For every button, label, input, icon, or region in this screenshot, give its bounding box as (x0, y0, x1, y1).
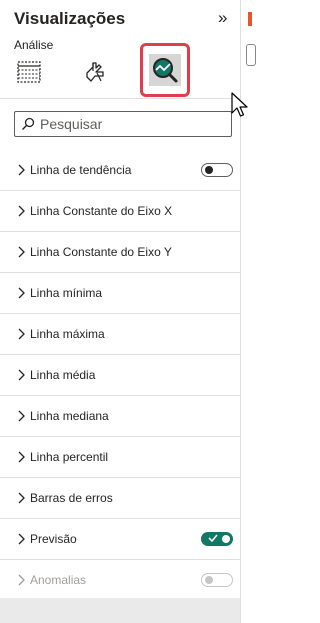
tab-analytics[interactable] (140, 43, 190, 97)
tab-build-visual[interactable] (13, 56, 45, 88)
list-item-label: Linha mediana (30, 409, 109, 423)
chevron-right-icon (18, 574, 25, 586)
list-item-label: Anomalias (30, 573, 87, 587)
list-item-label: Linha Constante do Eixo X (30, 204, 173, 218)
pane-title: Visualizações (14, 9, 126, 28)
chevron-right-icon (18, 246, 25, 258)
chevron-right-icon (18, 164, 25, 176)
list-item-label: Previsão (30, 532, 77, 546)
list-item-anomalies: Anomalias (0, 560, 240, 600)
trend-line-toggle[interactable] (201, 163, 233, 177)
list-item-label: Linha máxima (30, 327, 105, 341)
list-item-label: Linha Constante do Eixo Y (30, 245, 172, 259)
list-item-label: Linha percentil (30, 450, 109, 464)
list-item-median-line[interactable]: Linha mediana (0, 396, 240, 436)
chevron-right-icon (18, 205, 25, 217)
search-input[interactable]: Pesquisar (14, 111, 232, 137)
chevron-right-icon (18, 287, 25, 299)
tab-format-visual[interactable] (80, 56, 112, 88)
list-item-average-line[interactable]: Linha média (0, 355, 240, 395)
list-item-trend-line[interactable]: Linha de tendência (0, 150, 240, 190)
chevron-right-icon (18, 410, 25, 422)
anomalies-toggle (201, 573, 233, 587)
list-item-percentile-line[interactable]: Linha percentil (0, 437, 240, 477)
list-item-label: Linha média (30, 368, 96, 382)
list-item-max-line[interactable]: Linha máxima (0, 314, 240, 354)
format-paintbrush-icon (86, 62, 104, 82)
analytics-magnifier-icon (153, 58, 178, 83)
list-item-forecast[interactable]: Previsão (0, 519, 240, 559)
fields-table-icon (17, 61, 41, 83)
pane-footer-area (0, 598, 240, 623)
forecast-toggle[interactable] (201, 532, 233, 546)
adjacent-pane-input[interactable] (246, 44, 256, 66)
list-item-label: Barras de erros (30, 491, 113, 505)
tab-section-label: Análise (14, 38, 54, 52)
list-item-x-axis-constant-line[interactable]: Linha Constante do Eixo X (0, 191, 240, 231)
chevron-right-icon (18, 451, 25, 463)
collapse-pane-icon[interactable]: » (218, 8, 227, 28)
adjacent-pane-accent (248, 12, 252, 26)
list-item-label: Linha mínima (30, 286, 103, 300)
analytics-tab-highlight (149, 54, 181, 86)
chevron-right-icon (18, 492, 25, 504)
list-item-error-bars[interactable]: Barras de erros (0, 478, 240, 518)
list-item-label: Linha de tendência (30, 163, 132, 177)
search-icon (22, 117, 35, 130)
mouse-cursor-icon (231, 92, 248, 117)
chevron-right-icon (18, 328, 25, 340)
list-item-min-line[interactable]: Linha mínima (0, 273, 240, 313)
check-icon (208, 534, 218, 543)
chevron-right-icon (18, 533, 25, 545)
header-divider (0, 98, 240, 99)
search-placeholder: Pesquisar (40, 116, 103, 132)
list-item-y-axis-constant-line[interactable]: Linha Constante do Eixo Y (0, 232, 240, 272)
visualizations-pane: Visualizações » Análise Pesquisar Linha … (0, 0, 240, 623)
chevron-right-icon (18, 369, 25, 381)
